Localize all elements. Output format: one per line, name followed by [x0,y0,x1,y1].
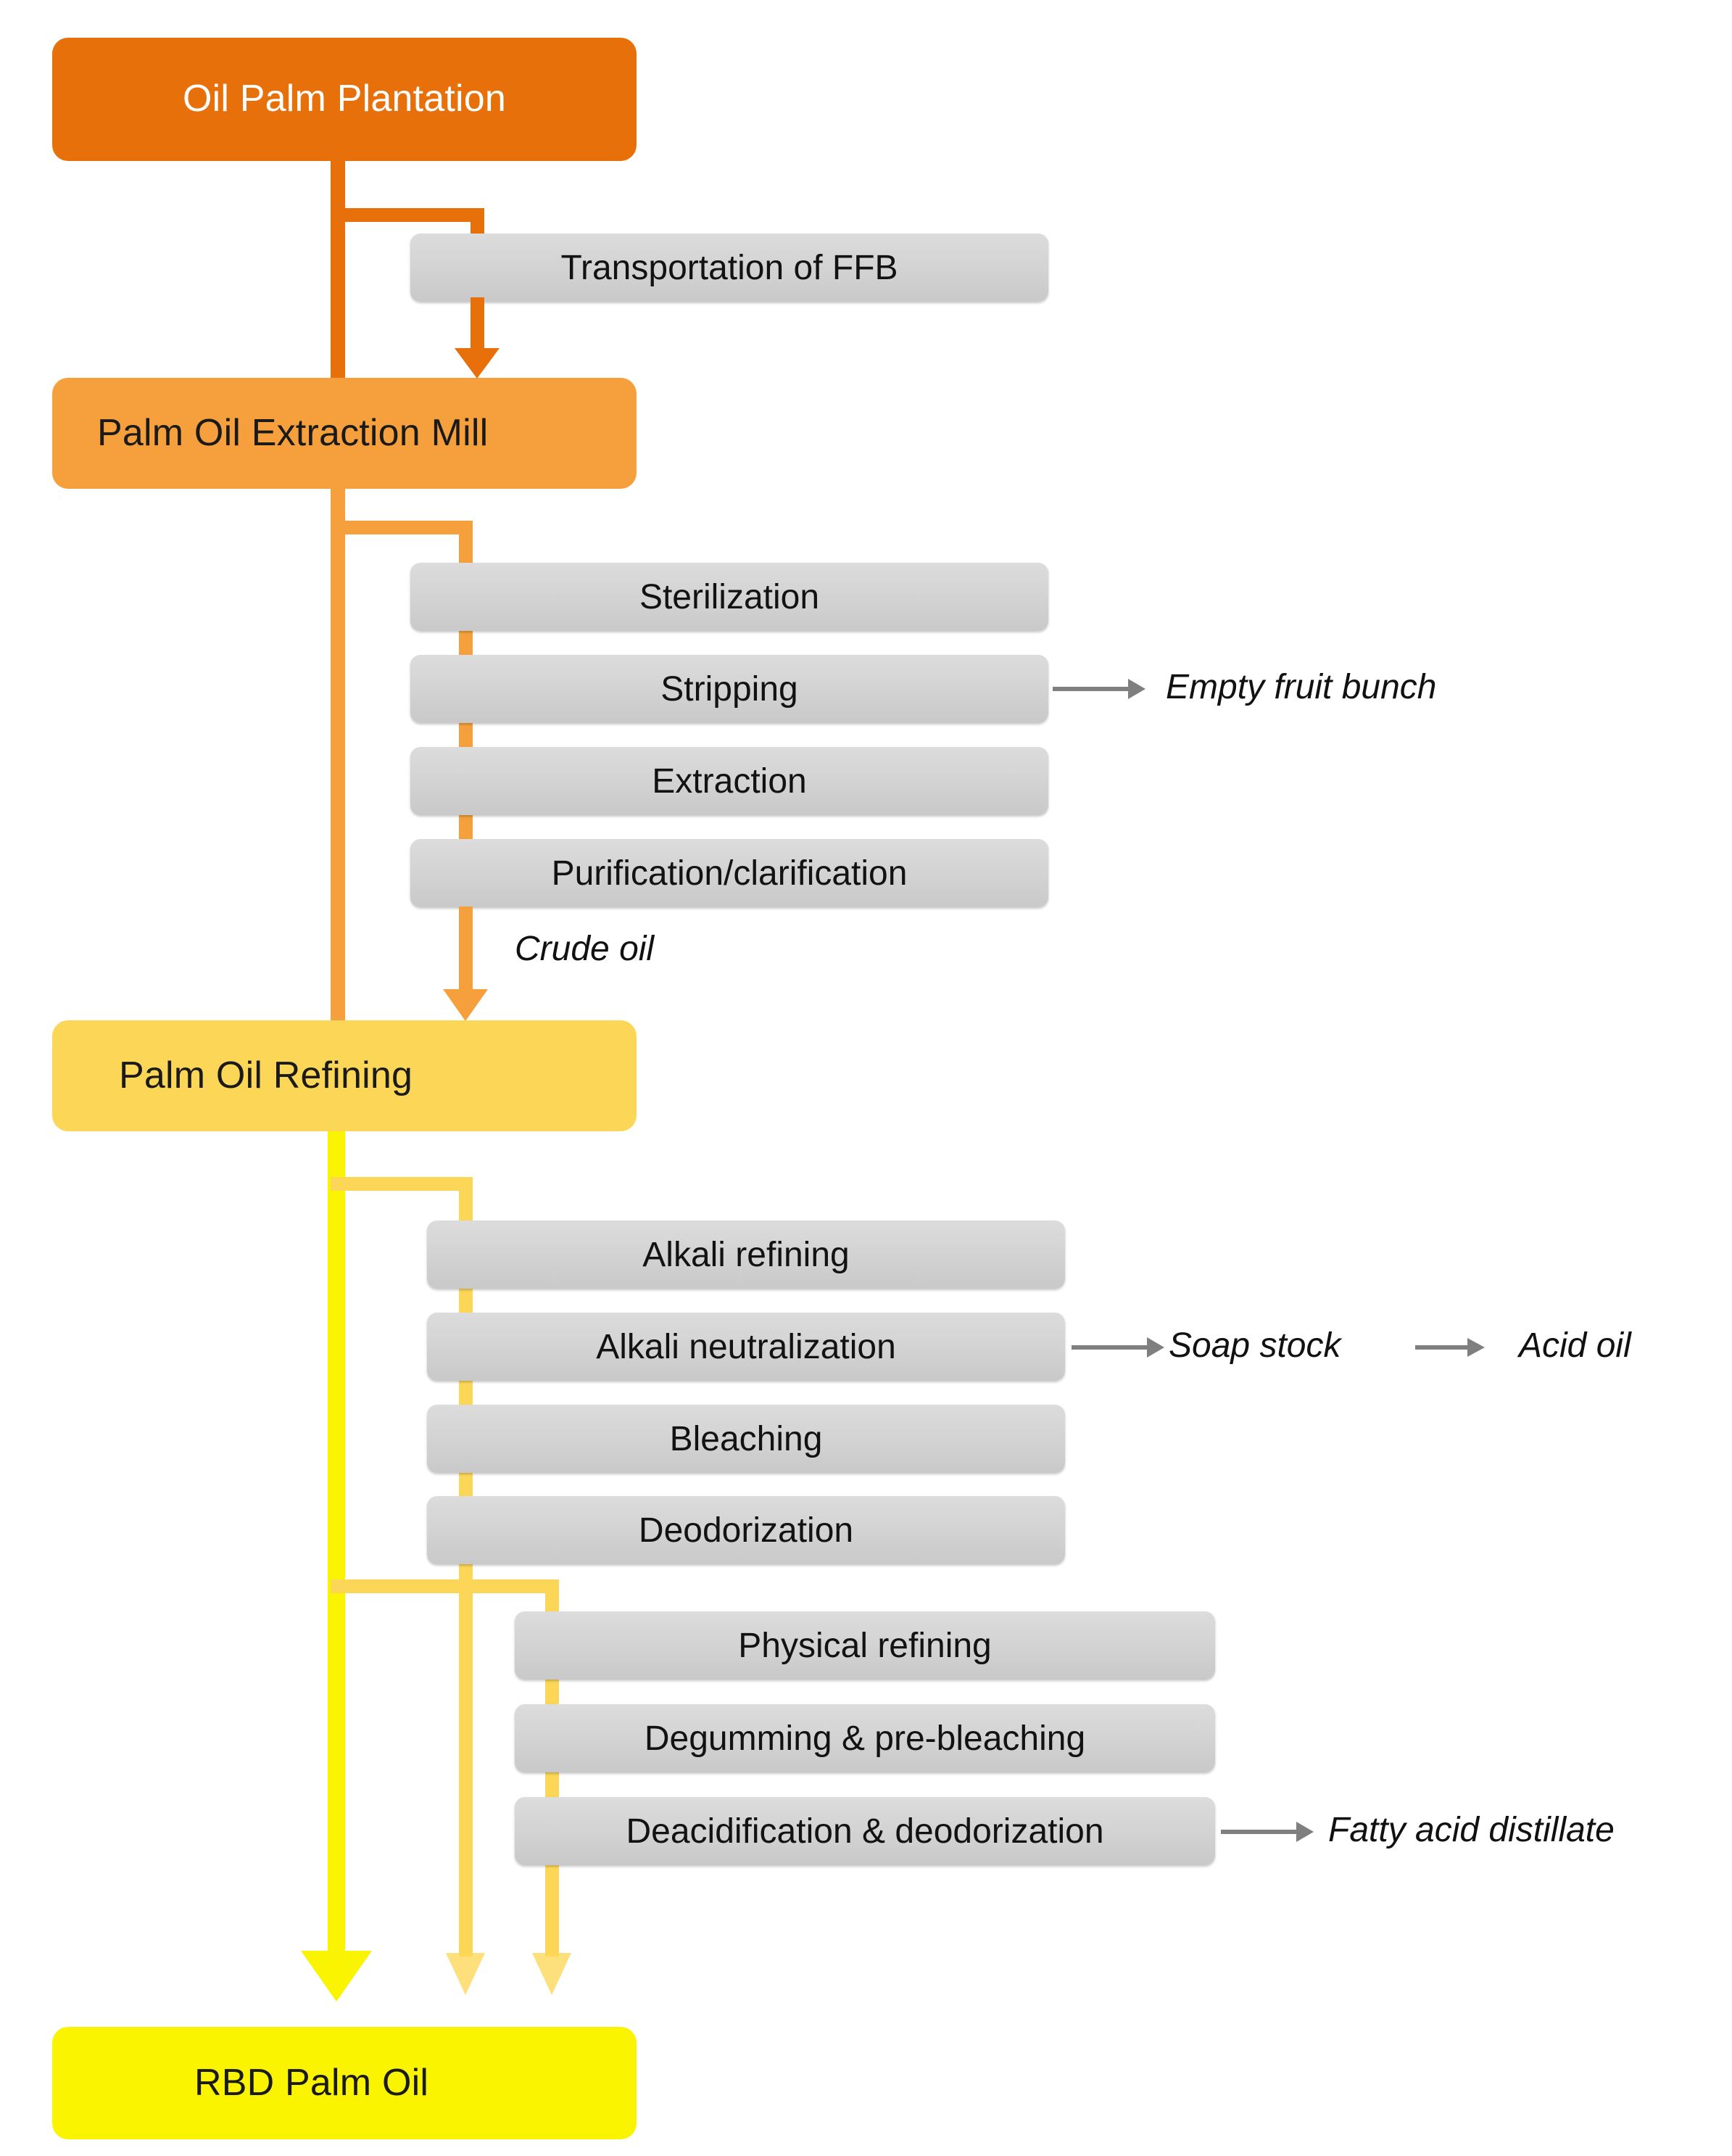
process-box-purification-clarification[interactable]: Purification/clarification [410,839,1048,907]
process-box-degumming-pre-bleaching[interactable]: Degumming & pre-bleaching [515,1704,1215,1772]
process-label-bleaching: Bleaching [669,1419,823,1458]
connector-refining-branch-chemical-horizontal [331,1177,473,1191]
process-box-physical-refining[interactable]: Physical refining [515,1611,1215,1680]
connector-refining-branch-chemical-vertical [459,1177,473,1957]
arrowhead-physical-refining-to-rbd [532,1953,571,1995]
arrow-deacidification-to-fatty-acid-distillate [1221,1822,1314,1842]
process-label-alkali-neutralization: Alkali neutralization [596,1327,896,1366]
arrowhead-chemical-refining-to-rbd [446,1953,485,1995]
process-box-extraction[interactable]: Extraction [410,747,1048,815]
process-box-alkali-refining[interactable]: Alkali refining [427,1221,1065,1289]
process-label-degumming-pre-bleaching: Degumming & pre-bleaching [644,1719,1086,1758]
stage-box-palm-oil-extraction-mill[interactable]: Palm Oil Extraction Mill [52,378,637,489]
process-label-alkali-refining: Alkali refining [642,1235,850,1274]
process-label-transportation: Transportation of FFB [560,248,898,287]
connector-purification-to-refining-shaft [459,906,473,994]
stage-box-oil-palm-plantation[interactable]: Oil Palm Plantation [52,38,637,161]
stage-box-rbd-palm-oil[interactable]: RBD Palm Oil [52,2027,637,2139]
process-box-transportation[interactable]: Transportation of FFB [410,234,1048,302]
process-label-deodorization: Deodorization [638,1511,854,1550]
process-box-sterilization[interactable]: Sterilization [410,563,1048,631]
process-box-deacidification-deodorization[interactable]: Deacidification & deodorization [515,1797,1215,1865]
process-label-purification-clarification: Purification/clarification [551,854,908,893]
stage-label-rbd-palm-oil: RBD Palm Oil [194,2061,429,2104]
process-box-deodorization[interactable]: Deodorization [427,1496,1065,1564]
arrow-alkali-neutralization-to-soap-stock [1072,1337,1164,1358]
arrow-stripping-to-empty-fruit-bunch [1053,679,1145,699]
process-box-bleaching[interactable]: Bleaching [427,1405,1065,1473]
process-flow-diagram: Transportation of FFB Sterilization Stri… [0,0,1732,2156]
connector-plantation-branch-horizontal [331,208,484,222]
stage-box-palm-oil-refining[interactable]: Palm Oil Refining [52,1020,637,1131]
connector-refining-to-rbd-trunk [328,1126,345,1954]
output-label-fatty-acid-distillate: Fatty acid distillate [1328,1811,1615,1849]
connector-mill-to-refining-trunk [331,483,345,1034]
process-label-physical-refining: Physical refining [738,1626,992,1665]
process-label-stripping: Stripping [660,669,798,709]
connector-refining-branch-physical-horizontal [331,1579,559,1593]
stage-label-oil-palm-plantation: Oil Palm Plantation [182,78,506,120]
output-label-empty-fruit-bunch: Empty fruit bunch [1166,668,1437,706]
process-label-sterilization: Sterilization [639,577,820,616]
connector-plantation-to-mill-trunk [331,152,345,388]
arrow-soap-stock-to-acid-oil [1415,1338,1485,1357]
process-box-alkali-neutralization[interactable]: Alkali neutralization [427,1313,1065,1381]
stage-label-palm-oil-extraction-mill: Palm Oil Extraction Mill [97,411,489,454]
output-label-soap-stock: Soap stock [1169,1326,1341,1365]
output-label-crude-oil: Crude oil [515,930,655,968]
process-label-extraction: Extraction [652,761,807,801]
connector-transport-to-mill-shaft [471,297,484,352]
arrowhead-transport-to-mill [455,348,500,379]
process-label-deacidification-deodorization: Deacidification & deodorization [626,1812,1104,1851]
arrowhead-refining-to-rbd [301,1951,372,2002]
arrowhead-crude-oil-to-refining [443,989,488,1021]
connector-mill-branch-horizontal [331,521,473,534]
stage-label-palm-oil-refining: Palm Oil Refining [119,1054,413,1096]
output-label-acid-oil: Acid oil [1519,1326,1631,1365]
process-box-stripping[interactable]: Stripping [410,655,1048,723]
